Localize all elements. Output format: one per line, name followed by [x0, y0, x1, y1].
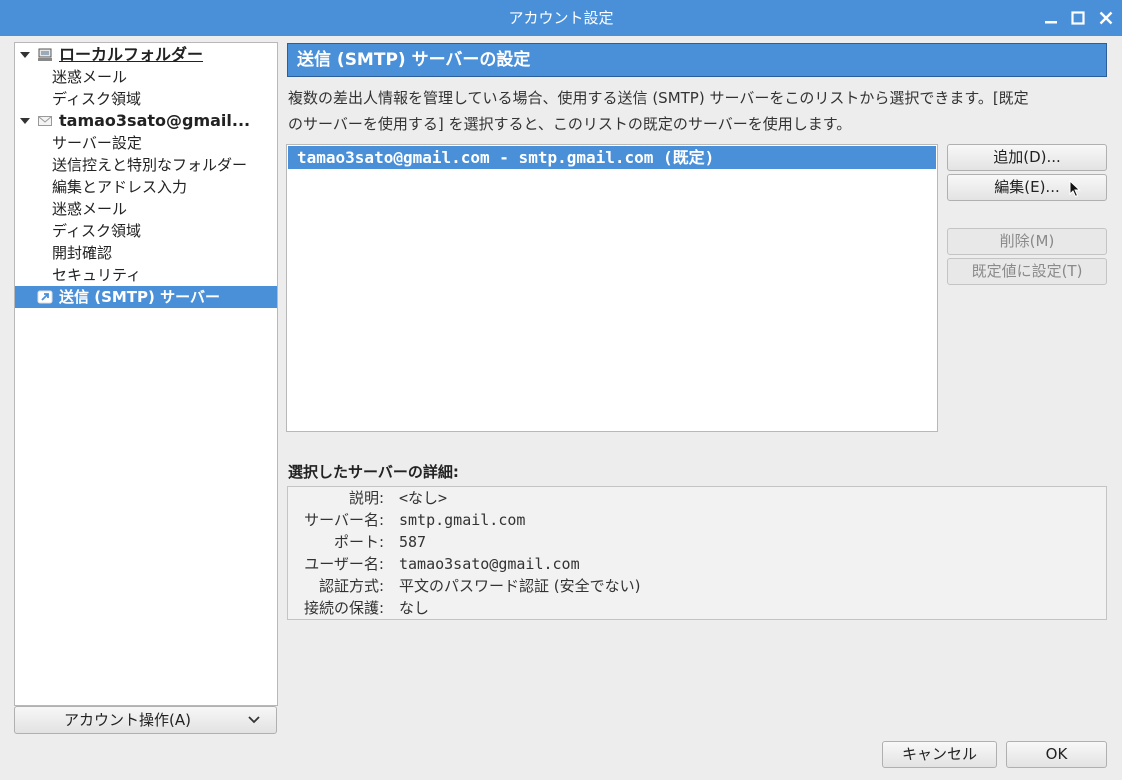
- detail-row-connection-security: 接続の保護: なし: [288, 597, 1106, 619]
- detail-label: 接続の保護:: [303, 599, 384, 617]
- tree-item-label: tamao3sato@gmail...: [59, 111, 251, 130]
- description-text: 複数の差出人情報を管理している場合、使用する送信 (SMTP) サーバーをこのリ…: [288, 85, 1106, 137]
- detail-value: tamao3sato@gmail.com: [399, 555, 580, 573]
- account-tree[interactable]: ローカルフォルダー 迷惑メール ディスク領域 tamao3sato@gmail.…: [14, 42, 278, 706]
- tree-item-local-junk[interactable]: 迷惑メール: [15, 66, 277, 88]
- maximize-button[interactable]: [1069, 9, 1087, 27]
- tree-item-disk-space[interactable]: ディスク領域: [15, 220, 277, 242]
- account-actions-label: アカウント操作(A): [64, 711, 191, 729]
- chevron-down-icon: [248, 716, 260, 724]
- detail-row-description: 説明: <なし>: [288, 487, 1106, 509]
- minimize-icon: [1045, 21, 1057, 24]
- close-icon: [1099, 11, 1113, 25]
- detail-label: ユーザー名:: [304, 555, 384, 573]
- description-line: のサーバーを使用する] を選択すると、このリストの既定のサーバーを使用します。: [288, 115, 852, 133]
- detail-value: なし: [399, 599, 430, 617]
- tree-item-label: ローカルフォルダー: [59, 45, 204, 64]
- tree-item-copies-folders[interactable]: 送信控えと特別なフォルダー: [15, 154, 277, 176]
- ok-button[interactable]: OK: [1006, 741, 1107, 768]
- smtp-server-list[interactable]: tamao3sato@gmail.com - smtp.gmail.com (既…: [286, 144, 938, 432]
- window-title: アカウント設定: [508, 9, 614, 27]
- title-bar: アカウント設定: [0, 0, 1122, 36]
- minimize-button[interactable]: [1042, 9, 1060, 27]
- tree-item-gmail-account[interactable]: tamao3sato@gmail...: [15, 110, 277, 132]
- expand-arrow-icon[interactable]: [20, 52, 30, 58]
- detail-label: 説明:: [348, 489, 384, 507]
- computer-icon: [38, 48, 52, 61]
- detail-label: 認証方式:: [318, 577, 384, 595]
- account-actions-button[interactable]: アカウント操作(A): [14, 706, 277, 734]
- details-title: 選択したサーバーの詳細:: [288, 463, 459, 481]
- outgoing-server-icon: [37, 290, 53, 304]
- tree-item-composition[interactable]: 編集とアドレス入力: [15, 176, 277, 198]
- envelope-icon: [38, 116, 52, 126]
- detail-row-username: ユーザー名: tamao3sato@gmail.com: [288, 553, 1106, 575]
- tree-item-label: ディスク領域: [52, 90, 141, 108]
- detail-value: 587: [399, 533, 427, 551]
- tree-item-local-folders[interactable]: ローカルフォルダー: [15, 44, 277, 66]
- tree-item-label: ディスク領域: [52, 222, 141, 240]
- tree-item-label: 迷惑メール: [52, 200, 128, 218]
- tree-item-label: サーバー設定: [52, 134, 142, 152]
- mouse-pointer-icon: [1069, 180, 1081, 198]
- tree-item-label: 送信 (SMTP) サーバー: [59, 288, 220, 306]
- server-details-panel: 説明: <なし> サーバー名: smtp.gmail.com ポート: 587 …: [287, 486, 1107, 620]
- detail-label: サーバー名:: [304, 511, 384, 529]
- expand-arrow-icon[interactable]: [20, 118, 30, 124]
- tree-item-junk[interactable]: 迷惑メール: [15, 198, 277, 220]
- detail-row-auth-method: 認証方式: 平文のパスワード認証 (安全でない): [288, 575, 1106, 597]
- description-line: 複数の差出人情報を管理している場合、使用する送信 (SMTP) サーバーをこのリ…: [288, 89, 1029, 107]
- tree-item-label: 送信控えと特別なフォルダー: [52, 156, 248, 174]
- set-default-button[interactable]: 既定値に設定(T): [947, 258, 1107, 285]
- add-button[interactable]: 追加(D)...: [947, 144, 1107, 171]
- delete-button[interactable]: 削除(M): [947, 228, 1107, 255]
- close-button[interactable]: [1097, 9, 1115, 27]
- tree-item-smtp-server[interactable]: 送信 (SMTP) サーバー: [15, 286, 277, 308]
- tree-item-local-disk[interactable]: ディスク領域: [15, 88, 277, 110]
- edit-button[interactable]: 編集(E)...: [947, 174, 1107, 201]
- server-list-item[interactable]: tamao3sato@gmail.com - smtp.gmail.com (既…: [288, 146, 936, 169]
- detail-label: ポート:: [333, 533, 384, 551]
- cancel-button[interactable]: キャンセル: [882, 741, 997, 768]
- tree-item-server-settings[interactable]: サーバー設定: [15, 132, 277, 154]
- tree-item-return-receipts[interactable]: 開封確認: [15, 242, 277, 264]
- detail-value: <なし>: [399, 489, 448, 507]
- tree-item-label: 開封確認: [52, 244, 113, 262]
- maximize-icon: [1071, 11, 1085, 25]
- tree-item-label: セキュリティ: [52, 266, 142, 284]
- tree-item-label: 編集とアドレス入力: [52, 178, 188, 196]
- tree-item-label: 迷惑メール: [52, 68, 128, 86]
- tree-item-security[interactable]: セキュリティ: [15, 264, 277, 286]
- detail-value: 平文のパスワード認証 (安全でない): [399, 577, 641, 595]
- page-title: 送信 (SMTP) サーバーの設定: [287, 43, 1107, 77]
- detail-row-port: ポート: 587: [288, 531, 1106, 553]
- detail-row-server-name: サーバー名: smtp.gmail.com: [288, 509, 1106, 531]
- detail-value: smtp.gmail.com: [399, 511, 526, 529]
